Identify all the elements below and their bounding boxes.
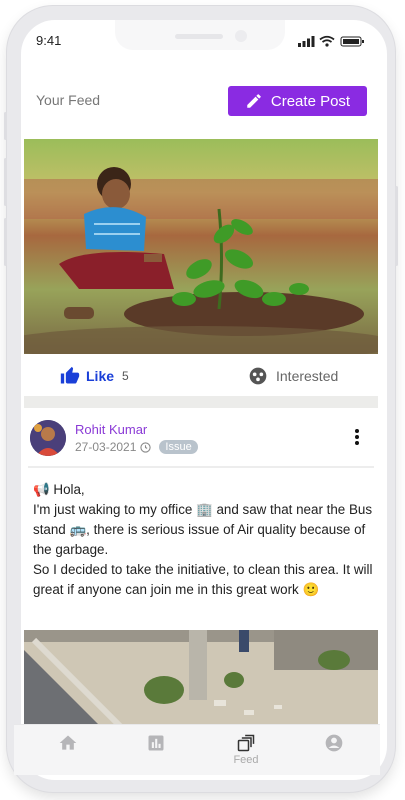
side-button [4,218,7,266]
nav-feed[interactable]: Feed [226,733,266,773]
tag-badge: Issue [159,440,198,454]
post-image[interactable] [24,630,378,730]
more-options-icon[interactable] [354,428,360,451]
avatar-image [30,420,66,456]
nav-profile[interactable] [314,733,354,773]
side-button [4,158,7,206]
divider [28,466,374,468]
post-image[interactable] [24,139,378,354]
post-date: 27-03-2021 [75,440,137,454]
author-name[interactable]: Rohit Kumar [75,422,147,437]
nav-feed-label: Feed [233,754,259,766]
nav-stats[interactable] [136,733,176,773]
pencil-icon [247,94,261,108]
notch [115,20,285,50]
boy-planting-image [24,139,378,354]
feed-icon [237,734,255,752]
interested-icon [249,367,267,385]
speaker [175,34,223,39]
status-time: 9:41 [36,33,62,48]
avatar[interactable] [30,420,66,456]
profile-icon [325,734,343,752]
bottom-nav: Feed [14,724,380,775]
home-icon [59,735,77,750]
kebab-menu-icon [355,429,359,445]
clock-icon [140,441,152,453]
post-line: 📢 Hola, [33,482,85,497]
like-button[interactable]: Like 5 [60,366,129,386]
like-count: 5 [122,369,129,383]
post-actions: Like 5 Interested [24,358,378,394]
post-line: So I decided to take the initiative, to … [33,562,373,597]
post-meta: 27-03-2021 Issue [75,440,198,454]
page-title: Your Feed [36,92,101,108]
side-button [4,112,7,140]
status-icons [298,34,368,47]
post-line: I'm just waking to my office 🏢 and saw t… [33,502,373,557]
post-body: 📢 Hola, I'm just waking to my office 🏢 a… [33,480,377,600]
garbage-street-image [24,630,378,730]
post-separator [24,396,378,408]
create-post-label: Create Post [270,92,351,110]
thumbs-up-icon [60,366,80,384]
interested-button[interactable]: Interested [248,366,338,386]
camera [235,30,247,42]
bar-chart-icon [148,735,164,751]
signal-wifi-battery-icon [298,35,364,47]
post-header: Rohit Kumar 27-03-2021 Issue [24,410,378,466]
nav-home[interactable] [48,733,88,773]
side-button [395,186,398,266]
create-post-button[interactable]: Create Post [228,86,367,116]
interested-label: Interested [276,368,339,384]
like-label: Like [86,368,115,384]
